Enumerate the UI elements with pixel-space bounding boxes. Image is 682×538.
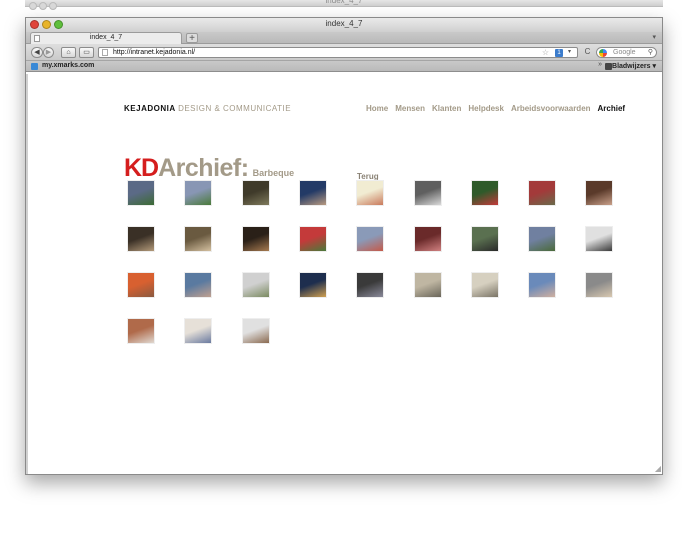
tab-bar: index_4_7 + ▾ <box>26 32 662 44</box>
home-button[interactable]: ⌂ <box>61 47 76 58</box>
nav-arbeidsvoorwaarden[interactable]: Arbeidsvoorwaarden <box>511 104 591 113</box>
bookmarks-bar: my.xmarks.com » Bladwijzers ▾ <box>26 61 662 72</box>
photo-thumbnail[interactable] <box>241 272 270 298</box>
photo-thumbnail[interactable] <box>413 272 442 298</box>
bookmarks-menu-icon <box>605 63 612 70</box>
title-archief: Archief: <box>158 154 249 182</box>
site-logo[interactable]: KEJADONIA DESIGN & COMMUNICATIE <box>124 104 291 113</box>
bookmark-star-icon[interactable]: ☆ <box>542 48 549 57</box>
background-window: index_4_7 <box>25 0 663 10</box>
photo-thumbnail[interactable] <box>356 226 385 252</box>
search-placeholder: Google <box>613 49 636 56</box>
photo-thumbnail[interactable] <box>298 180 327 206</box>
page-title: KDArchief: Barbeque <box>124 154 294 183</box>
photo-thumbnail[interactable] <box>528 226 557 252</box>
xmarks-icon <box>31 63 38 70</box>
search-icon[interactable]: ⚲ <box>648 48 653 56</box>
photo-thumbnail[interactable] <box>241 318 270 344</box>
photo-thumbnail[interactable] <box>356 272 385 298</box>
photo-thumbnail[interactable] <box>356 180 385 206</box>
photo-thumbnail[interactable] <box>585 272 614 298</box>
photo-thumbnail[interactable] <box>298 272 327 298</box>
new-tab-button[interactable]: + <box>186 33 198 44</box>
photo-thumbnail[interactable] <box>127 180 155 206</box>
photo-thumbnail[interactable] <box>470 180 499 206</box>
nav-home[interactable]: Home <box>366 104 388 113</box>
back-button[interactable]: ◀ <box>31 47 43 58</box>
search-box[interactable]: Google ⚲ <box>596 47 657 58</box>
photo-thumbnail[interactable] <box>528 180 557 206</box>
title-kd: KD <box>124 154 159 182</box>
photo-thumbnail[interactable] <box>528 272 557 298</box>
logo-tagline: DESIGN & COMMUNICATIE <box>178 104 292 113</box>
history-dropdown-icon[interactable]: ▾ <box>568 48 571 55</box>
forward-button[interactable]: ▶ <box>43 47 54 58</box>
browser-window: index_4_7 index_4_7 + ▾ ◀ ▶ ⌂ ▭ http://i… <box>25 17 663 475</box>
photo-thumbnail[interactable] <box>413 226 442 252</box>
photo-thumbnail[interactable] <box>127 272 155 298</box>
photo-thumbnail[interactable] <box>184 180 213 206</box>
photo-thumbnail[interactable] <box>184 272 213 298</box>
photo-thumbnail[interactable] <box>413 180 442 206</box>
photo-thumbnail[interactable] <box>241 226 270 252</box>
reload-button[interactable]: C <box>582 47 593 58</box>
bookmarks-menu[interactable]: Bladwijzers ▾ <box>612 62 656 70</box>
resize-grip-icon[interactable]: ◢ <box>655 465 661 473</box>
nav-archief[interactable]: Archief <box>598 104 626 113</box>
page-viewport: ◢ <box>26 74 662 474</box>
url-text: http://intranet.kejadonia.nl/ <box>113 49 196 56</box>
site-navigation: Home Mensen Klanten Helpdesk Arbeidsvoor… <box>366 104 625 113</box>
photo-thumbnail[interactable] <box>585 226 614 252</box>
tab-index-4-7[interactable]: index_4_7 <box>30 32 182 44</box>
tab-list-chevron-icon[interactable]: ▾ <box>652 33 656 41</box>
photo-thumbnail[interactable] <box>298 226 327 252</box>
navigation-toolbar: ◀ ▶ ⌂ ▭ http://intranet.kejadonia.nl/ ☆ … <box>26 44 662 61</box>
address-bar[interactable]: http://intranet.kejadonia.nl/ ☆ 1 ▾ <box>98 47 578 58</box>
logo-brand: KEJADONIA <box>124 104 176 113</box>
photo-thumbnail[interactable] <box>184 318 213 344</box>
photo-thumbnail[interactable] <box>184 226 213 252</box>
photo-thumbnail[interactable] <box>127 226 155 252</box>
photo-thumbnail[interactable] <box>585 180 614 206</box>
nav-mensen[interactable]: Mensen <box>395 104 425 113</box>
tab-label: index_4_7 <box>89 34 123 41</box>
album-name: Barbeque <box>252 168 295 178</box>
photo-thumbnail[interactable] <box>470 272 499 298</box>
photo-thumbnail[interactable] <box>241 180 270 206</box>
photo-thumbnail[interactable] <box>127 318 155 344</box>
bookmarks-button[interactable]: ▭ <box>79 47 94 58</box>
xmarks-icon[interactable]: 1 <box>555 49 563 57</box>
photo-thumbnail[interactable] <box>470 226 499 252</box>
title-bar: index_4_7 <box>26 18 662 32</box>
bookmark-item[interactable]: my.xmarks.com <box>42 62 94 69</box>
bookmarks-overflow-icon[interactable]: » <box>598 61 602 68</box>
nav-helpdesk[interactable]: Helpdesk <box>468 104 504 113</box>
background-window-title: index_4_7 <box>325 0 363 5</box>
google-icon <box>599 49 607 57</box>
window-title: index_4_7 <box>325 19 363 28</box>
page-icon <box>102 49 108 56</box>
nav-klanten[interactable]: Klanten <box>432 104 461 113</box>
